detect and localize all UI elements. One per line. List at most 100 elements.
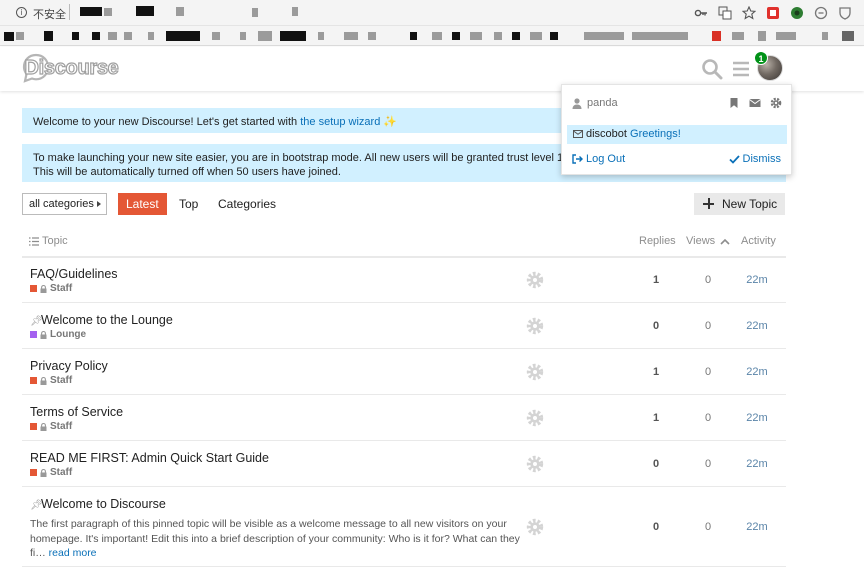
search-icon xyxy=(702,59,723,80)
view-count: 0 xyxy=(704,274,712,286)
activity-time[interactable]: 22m xyxy=(742,458,772,470)
activity-time[interactable]: 22m xyxy=(742,320,772,332)
lock-icon xyxy=(40,330,47,339)
user-profile-link[interactable]: panda xyxy=(572,97,618,109)
header-replies[interactable]: Replies xyxy=(639,235,676,247)
category-color-square xyxy=(30,469,37,476)
pin-icon: 📌︎ xyxy=(30,500,43,511)
header-topic-label: Topic xyxy=(42,235,68,247)
category-badge[interactable]: Staff xyxy=(30,283,72,294)
translate-icon[interactable] xyxy=(718,6,732,20)
sparkle-icon: ✨ xyxy=(383,116,398,128)
new-topic-button[interactable]: New Topic xyxy=(694,193,785,215)
topic-title-link[interactable]: FAQ/Guidelines xyxy=(30,267,118,281)
activity-time[interactable]: 22m xyxy=(742,274,772,286)
chevron-up-icon xyxy=(720,238,730,245)
notification-item[interactable]: discobot Greetings! xyxy=(567,125,787,144)
reply-count[interactable]: 0 xyxy=(641,320,671,332)
new-topic-label: New Topic xyxy=(722,197,778,211)
gear-icon[interactable] xyxy=(770,97,782,109)
topic-row[interactable]: FAQ/Guidelines Staff 1 0 22m xyxy=(22,257,786,303)
info-icon[interactable]: i xyxy=(16,7,27,18)
bookmark-icon[interactable] xyxy=(728,97,740,109)
header-activity[interactable]: Activity xyxy=(741,235,776,247)
activity-time[interactable]: 22m xyxy=(742,366,772,378)
read-more-link[interactable]: read more xyxy=(49,547,97,559)
topic-row[interactable]: Terms of Service Staff 1 0 22m xyxy=(22,395,786,441)
nav-latest[interactable]: Latest xyxy=(118,193,167,215)
category-name: Staff xyxy=(50,421,73,432)
logo-text: Discourse xyxy=(25,57,119,79)
topic-title: Terms of Service xyxy=(30,405,124,419)
category-dropdown[interactable]: all categories xyxy=(22,193,107,215)
topic-row[interactable]: Privacy Policy Staff 1 0 22m xyxy=(22,349,786,395)
category-badge[interactable]: Staff xyxy=(30,467,72,478)
reply-count[interactable]: 0 xyxy=(641,521,671,533)
category-name: Lounge xyxy=(50,329,87,340)
envelope-icon[interactable] xyxy=(749,97,761,109)
category-badge[interactable]: Staff xyxy=(30,421,72,432)
header-topic[interactable]: Topic xyxy=(29,235,68,247)
category-badge[interactable]: Lounge xyxy=(30,329,86,340)
pin-icon: 📌︎ xyxy=(30,316,43,327)
topic-row[interactable]: 📌︎Welcome to Discourse The first paragrap… xyxy=(22,487,786,567)
nav-top[interactable]: Top xyxy=(179,193,198,215)
browser-extension-icons xyxy=(694,5,852,21)
category-color-square xyxy=(30,423,37,430)
gear-icon xyxy=(526,317,544,335)
extension-red-icon[interactable] xyxy=(766,6,780,20)
lock-icon xyxy=(40,422,47,431)
reply-count[interactable]: 1 xyxy=(641,274,671,286)
category-name: Staff xyxy=(50,467,73,478)
category-dropdown-label: all categories xyxy=(29,198,94,210)
topic-title-link[interactable]: READ ME FIRST: Admin Quick Start Guide xyxy=(30,451,269,465)
extension-circle-icon[interactable] xyxy=(814,6,828,20)
view-count: 0 xyxy=(704,458,712,470)
plus-icon xyxy=(703,198,714,209)
topic-title: Welcome to the Lounge xyxy=(41,313,173,327)
envelope-outline-icon xyxy=(573,129,583,138)
setup-wizard-link[interactable]: the setup wizard xyxy=(300,116,380,128)
header-views-label: Views xyxy=(686,235,716,247)
topic-row[interactable]: READ ME FIRST: Admin Quick Start Guide St… xyxy=(22,441,786,487)
category-color-square xyxy=(30,377,37,384)
gear-icon xyxy=(526,363,544,381)
gear-icon xyxy=(526,271,544,289)
hamburger-menu-button[interactable] xyxy=(730,58,752,80)
reply-count[interactable]: 1 xyxy=(641,412,671,424)
topic-title-link[interactable]: 📌︎Welcome to Discourse xyxy=(30,497,166,511)
notification-count-badge[interactable]: 1 xyxy=(754,51,768,65)
topic-title: Privacy Policy xyxy=(30,359,108,373)
nav-categories[interactable]: Categories xyxy=(218,193,276,215)
category-badge[interactable]: Staff xyxy=(30,375,72,386)
header-views[interactable]: Views xyxy=(686,235,730,247)
logout-button[interactable]: Log Out xyxy=(572,153,625,165)
topic-title: READ ME FIRST: Admin Quick Start Guide xyxy=(30,451,269,465)
topic-row[interactable]: 📌︎Welcome to the Lounge Lounge 0 0 22m xyxy=(22,303,786,349)
lock-icon xyxy=(40,284,47,293)
username: panda xyxy=(587,97,618,109)
reply-count[interactable]: 1 xyxy=(641,366,671,378)
list-icon xyxy=(29,236,39,246)
security-label[interactable]: 不安全 xyxy=(33,6,66,22)
activity-time[interactable]: 22m xyxy=(742,412,772,424)
check-icon xyxy=(728,154,740,164)
topic-title-link[interactable]: Terms of Service xyxy=(30,405,123,419)
view-count: 0 xyxy=(704,412,712,424)
topic-title-link[interactable]: Privacy Policy xyxy=(30,359,108,373)
topic-title: FAQ/Guidelines xyxy=(30,267,118,281)
search-button[interactable] xyxy=(701,58,723,80)
discourse-logo[interactable]: Discourse xyxy=(22,53,124,86)
activity-time[interactable]: 22m xyxy=(742,521,772,533)
dismiss-button[interactable]: Dismiss xyxy=(728,153,782,165)
star-icon[interactable] xyxy=(742,6,756,20)
reply-count[interactable]: 0 xyxy=(641,458,671,470)
topic-title-link[interactable]: 📌︎Welcome to the Lounge xyxy=(30,313,173,327)
extension-green-icon[interactable] xyxy=(790,6,804,20)
shield-icon[interactable] xyxy=(838,6,852,20)
category-name: Staff xyxy=(50,375,73,386)
notification-text: Greetings! xyxy=(630,128,681,140)
dismiss-label: Dismiss xyxy=(742,153,782,165)
view-count: 0 xyxy=(704,366,712,378)
key-icon[interactable] xyxy=(694,6,708,20)
